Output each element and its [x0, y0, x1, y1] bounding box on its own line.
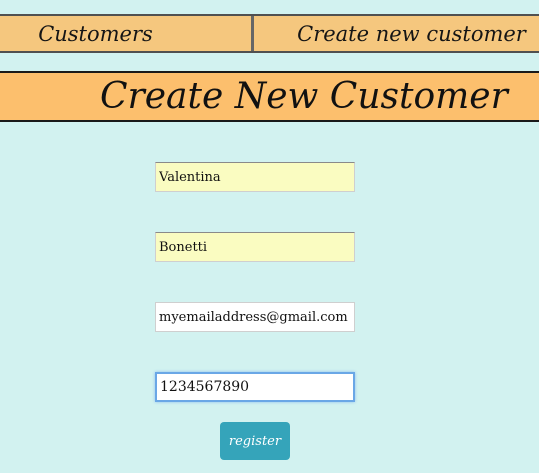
- last-name-field[interactable]: [155, 232, 355, 262]
- first-name-field[interactable]: [155, 162, 355, 192]
- email-field[interactable]: [155, 302, 355, 332]
- nav-create-new-customer[interactable]: Create new customer: [254, 16, 539, 51]
- page-title-bar: Create New Customer: [0, 71, 539, 122]
- page-title: Create New Customer: [100, 76, 508, 117]
- phone-field[interactable]: [155, 372, 355, 402]
- nav-customers[interactable]: Customers: [0, 16, 254, 51]
- top-nav: Customers Create new customer: [0, 14, 539, 53]
- register-button[interactable]: register: [220, 422, 290, 460]
